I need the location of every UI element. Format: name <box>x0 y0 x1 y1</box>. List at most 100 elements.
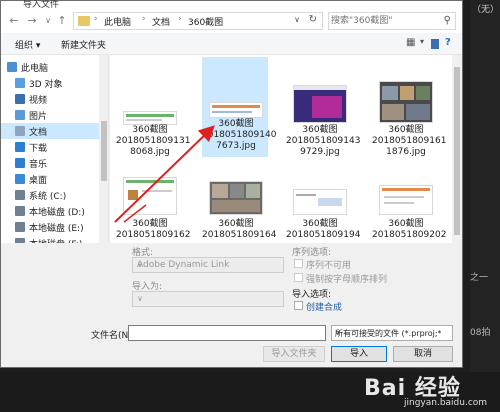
sidebar-item-label: 本地磁盘 (D:) <box>29 208 85 218</box>
image-thumbnail <box>209 102 263 118</box>
file-grid: 360截图 2018051809131 8068.jpg 360截图 20180518… <box>110 55 452 243</box>
watermark: Bai 经验 jingyan.baidu.com <box>360 370 500 410</box>
picture-icon <box>15 110 25 120</box>
navigation-pane: 此电脑 3D 对象视频图片文档下载音乐桌面系统 (C:) 本地磁盘 (D:) 本地磁盘… <box>1 55 109 243</box>
file-tile[interactable]: 360截图 2018051809143 9729.jpg <box>286 61 360 157</box>
chevron-down-icon: ∨ <box>137 260 143 269</box>
file-tile[interactable]: 360截图 2018051809161 1876.jpg <box>372 61 446 157</box>
create-comp-label[interactable]: 创建合成 <box>306 300 342 313</box>
arrow-up-icon[interactable]: ↑ <box>55 14 69 28</box>
document-icon <box>15 126 25 136</box>
search-input[interactable] <box>331 14 439 28</box>
help-icon[interactable]: ? <box>445 37 451 48</box>
file-tile[interactable]: 360截图 2018051809202 <box>372 175 446 241</box>
chevron-down-icon[interactable]: ∨ <box>294 15 300 24</box>
sequence-checkbox <box>294 259 303 268</box>
toolbar: 组织 ▾ 新建文件夹 ▦ ▾ ? <box>1 33 462 55</box>
image-thumbnail <box>379 185 433 215</box>
drive-icon <box>15 238 25 243</box>
arrow-right-icon[interactable]: → <box>25 14 39 28</box>
sidebar-item[interactable]: 系统 (C:) <box>1 187 99 203</box>
force-alphabetical-label: 强制按字母顺序排列 <box>306 275 388 285</box>
force-alphabetical-checkbox <box>294 273 303 282</box>
sidebar-item-label: 3D 对象 <box>29 80 63 90</box>
file-name: 360截图 2018051809161 1876.jpg <box>372 125 447 157</box>
sidebar-item-label: 本地磁盘 (F:) <box>29 237 82 243</box>
import-options-label: 导入选项: <box>292 290 332 300</box>
computer-icon <box>7 62 17 72</box>
sidebar-item-label: 本地磁盘 (E:) <box>29 224 84 234</box>
scroll-thumb[interactable] <box>101 121 107 181</box>
chevron-down-icon: ∨ <box>137 294 143 303</box>
sidebar-item-label: 系统 (C:) <box>29 192 67 202</box>
breadcrumb-item[interactable]: 此电脑 <box>104 15 131 28</box>
video-icon <box>15 94 25 104</box>
sidebar-item[interactable]: 本地磁盘 (E:) <box>1 219 99 235</box>
file-tile[interactable]: 360截图 2018051809140 7673.jpg <box>202 57 276 157</box>
import-options-panel: 格式: Adobe Dynamic Link ∨ 导入为: ∨ 序列选项: 序列… <box>110 243 462 321</box>
watermark-url: jingyan.baidu.com <box>404 398 488 408</box>
sidebar-item[interactable]: 3D 对象 <box>1 75 99 91</box>
filename-field[interactable] <box>128 325 326 341</box>
organize-button[interactable]: 组织 ▾ <box>15 38 40 51</box>
refresh-icon[interactable]: ↻ <box>309 14 317 25</box>
import-file-dialog: 导入文件 ← → ∨ ↑ › 此电脑 › 文档 › 360截图 ∨ ↻ ⚲ 组织… <box>0 0 463 368</box>
sidebar-item-label: 桌面 <box>29 176 48 186</box>
sidebar-item-label: 音乐 <box>29 160 48 170</box>
chevron-down-icon[interactable]: ▾ <box>420 37 424 46</box>
file-name: 360截图 2018051809162 <box>116 219 191 240</box>
import-button[interactable]: 导入 <box>331 346 387 362</box>
folder-icon <box>78 16 90 26</box>
sidebar-item-label: 文档 <box>29 128 48 138</box>
music-icon <box>15 158 25 168</box>
sidebar-item[interactable]: 本地磁盘 (D:) <box>1 203 99 219</box>
sidebar-item[interactable]: 此电脑 <box>1 59 99 75</box>
arrow-left-icon[interactable]: ← <box>7 14 21 28</box>
view-options-icon[interactable]: ▦ <box>406 37 415 48</box>
new-folder-button[interactable]: 新建文件夹 <box>61 38 106 51</box>
cancel-button[interactable]: 取消 <box>393 346 453 362</box>
image-thumbnail <box>293 85 347 123</box>
file-name: 360截图 2018051809131 8068.jpg <box>116 125 191 157</box>
sidebar-item-label: 图片 <box>29 112 48 122</box>
create-comp-checkbox[interactable] <box>294 301 303 310</box>
sidebar-item-label: 此电脑 <box>21 64 49 74</box>
chevron-down-icon[interactable]: ∨ <box>335 328 441 337</box>
file-tile[interactable]: 360截图 2018051809164 <box>202 175 276 241</box>
image-thumbnail <box>123 177 177 215</box>
sidebar-item[interactable]: 图片 <box>1 107 99 123</box>
sidebar-item[interactable]: 本地磁盘 (F:) <box>1 235 99 243</box>
sidebar-item[interactable]: 文档 <box>1 123 99 139</box>
sidebar-item-label: 视频 <box>29 96 48 106</box>
sidebar-item-label: 下载 <box>29 144 48 154</box>
drive-icon <box>15 222 25 232</box>
image-thumbnail <box>209 181 263 215</box>
breadcrumb-item[interactable]: 360截图 <box>188 15 223 28</box>
image-thumbnail <box>293 189 347 215</box>
address-bar[interactable]: › 此电脑 › 文档 › 360截图 ∨ ↻ <box>73 12 323 30</box>
scrollbar[interactable] <box>452 55 462 243</box>
import-as-select: ∨ <box>132 291 284 307</box>
preview-pane-icon[interactable] <box>431 39 439 49</box>
file-tile[interactable]: 360截图 2018051809162 <box>116 175 191 241</box>
import-folder-button[interactable]: 导入文件夹 <box>263 346 325 362</box>
image-thumbnail <box>379 81 433 123</box>
search-icon[interactable]: ⚲ <box>444 15 451 26</box>
scroll-thumb[interactable] <box>454 67 460 235</box>
breadcrumb-item[interactable]: 文档 <box>152 15 170 28</box>
drive-icon <box>15 190 25 200</box>
filetype-select[interactable]: 所有可接受的文件 (*.prproj;*.c ∨ <box>331 325 453 341</box>
file-name: 360截图 2018051809194 <box>286 219 361 240</box>
file-tile[interactable]: 360截图 2018051809194 <box>286 175 361 241</box>
background-label: 08拍 <box>470 328 491 338</box>
download-icon <box>15 142 25 152</box>
scrollbar[interactable] <box>99 55 108 243</box>
sidebar-item[interactable]: 下载 <box>1 139 99 155</box>
file-name: 360截图 2018051809143 9729.jpg <box>286 125 361 157</box>
chevron-down-icon[interactable]: ∨ <box>41 14 55 28</box>
sidebar-item[interactable]: 视频 <box>1 91 99 107</box>
file-tile[interactable]: 360截图 2018051809131 8068.jpg <box>116 61 190 157</box>
sidebar-item[interactable]: 音乐 <box>1 155 99 171</box>
sidebar-item[interactable]: 桌面 <box>1 171 99 187</box>
search-box[interactable]: ⚲ <box>328 12 456 30</box>
